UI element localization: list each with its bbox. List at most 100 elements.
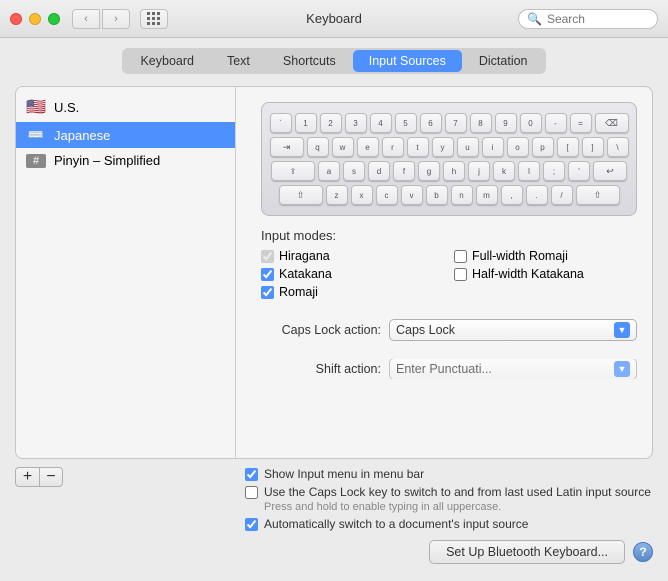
tab-keyboard[interactable]: Keyboard xyxy=(124,50,210,72)
shift-action-dropdown[interactable]: Enter Punctuati... ▼ xyxy=(389,359,637,379)
key-9[interactable]: 9 xyxy=(495,113,517,133)
key-3[interactable]: 3 xyxy=(345,113,367,133)
key-p[interactable]: p xyxy=(532,137,554,157)
key-backslash[interactable]: \ xyxy=(607,137,629,157)
add-button[interactable]: + xyxy=(15,467,39,487)
key-o[interactable]: o xyxy=(507,137,529,157)
bottom-buttons-row: Set Up Bluetooth Keyboard... ? xyxy=(15,534,653,566)
sidebar-item-us[interactable]: 🇺🇸 U.S. xyxy=(16,92,235,122)
remove-button[interactable]: − xyxy=(39,467,63,487)
maximize-button[interactable] xyxy=(48,13,60,25)
japanese-icon: ⌨️ xyxy=(26,127,46,143)
key-d[interactable]: d xyxy=(368,161,390,181)
full-width-romaji-checkbox[interactable] xyxy=(454,250,467,263)
key-quote[interactable]: ' xyxy=(568,161,590,181)
setup-bluetooth-button[interactable]: Set Up Bluetooth Keyboard... xyxy=(429,540,625,564)
window-title: Keyboard xyxy=(306,11,362,26)
key-2[interactable]: 2 xyxy=(320,113,342,133)
caps-lock-dropdown[interactable]: Caps Lock ▼ xyxy=(389,319,637,341)
search-input[interactable] xyxy=(547,12,649,26)
katakana-label: Katakana xyxy=(279,267,332,281)
katakana-checkbox[interactable] xyxy=(261,268,274,281)
tab-input-sources[interactable]: Input Sources xyxy=(353,50,462,72)
key-rbracket[interactable]: ] xyxy=(582,137,604,157)
caps-lock-switch-checkbox[interactable] xyxy=(245,486,258,499)
key-equals[interactable]: = xyxy=(570,113,592,133)
key-u[interactable]: u xyxy=(457,137,479,157)
sidebar-item-label-japanese: Japanese xyxy=(54,128,110,143)
auto-switch-option: Automatically switch to a document's inp… xyxy=(245,517,653,531)
shift-action-dropdown-text: Enter Punctuati... xyxy=(396,362,492,376)
key-0[interactable]: 0 xyxy=(520,113,542,133)
close-button[interactable] xyxy=(10,13,22,25)
key-return[interactable]: ↩ xyxy=(593,161,627,181)
forward-button[interactable]: › xyxy=(102,9,130,29)
key-l[interactable]: l xyxy=(518,161,540,181)
key-b[interactable]: b xyxy=(426,185,448,205)
key-i[interactable]: i xyxy=(482,137,504,157)
half-width-katakana-label: Half-width Katakana xyxy=(472,267,584,281)
main-content: Keyboard Text Shortcuts Input Sources Di… xyxy=(0,38,668,581)
key-row-1: ` 1 2 3 4 5 6 7 8 9 0 - = ⌫ xyxy=(270,113,629,133)
key-s[interactable]: s xyxy=(343,161,365,181)
key-backtick[interactable]: ` xyxy=(270,113,292,133)
key-v[interactable]: v xyxy=(401,185,423,205)
key-y[interactable]: y xyxy=(432,137,454,157)
mode-hiragana: Hiragana xyxy=(261,249,444,263)
key-tab[interactable]: ⇥ xyxy=(270,137,304,157)
key-r[interactable]: r xyxy=(382,137,404,157)
help-button[interactable]: ? xyxy=(633,542,653,562)
key-period[interactable]: . xyxy=(526,185,548,205)
key-n[interactable]: n xyxy=(451,185,473,205)
key-rshift[interactable]: ⇧ xyxy=(576,185,620,205)
key-8[interactable]: 8 xyxy=(470,113,492,133)
key-5[interactable]: 5 xyxy=(395,113,417,133)
key-h[interactable]: h xyxy=(443,161,465,181)
key-g[interactable]: g xyxy=(418,161,440,181)
key-capslock[interactable]: ⇪ xyxy=(271,161,315,181)
key-row-3: ⇪ a s d f g h j k l ; ' ↩ xyxy=(271,161,627,181)
key-semicolon[interactable]: ; xyxy=(543,161,565,181)
tab-dictation[interactable]: Dictation xyxy=(463,50,544,72)
romaji-checkbox[interactable] xyxy=(261,286,274,299)
show-input-menu-option: Show Input menu in menu bar xyxy=(245,467,653,481)
grid-view-button[interactable] xyxy=(140,9,168,29)
key-6[interactable]: 6 xyxy=(420,113,442,133)
key-x[interactable]: x xyxy=(351,185,373,205)
half-width-katakana-checkbox[interactable] xyxy=(454,268,467,281)
key-7[interactable]: 7 xyxy=(445,113,467,133)
hiragana-checkbox[interactable] xyxy=(261,250,274,263)
key-z[interactable]: z xyxy=(326,185,348,205)
key-4[interactable]: 4 xyxy=(370,113,392,133)
key-minus[interactable]: - xyxy=(545,113,567,133)
shift-action-row: Shift action: Enter Punctuati... ▼ xyxy=(261,359,637,379)
back-button[interactable]: ‹ xyxy=(72,9,100,29)
tab-shortcuts[interactable]: Shortcuts xyxy=(267,50,352,72)
key-t[interactable]: t xyxy=(407,137,429,157)
key-k[interactable]: k xyxy=(493,161,515,181)
checkboxes-area: Show Input menu in menu bar Use the Caps… xyxy=(245,467,653,531)
key-m[interactable]: m xyxy=(476,185,498,205)
us-flag-icon: 🇺🇸 xyxy=(26,97,46,117)
auto-switch-checkbox[interactable] xyxy=(245,518,258,531)
sidebar-item-japanese[interactable]: ⌨️ Japanese xyxy=(16,122,235,148)
key-delete[interactable]: ⌫ xyxy=(595,113,629,133)
key-w[interactable]: w xyxy=(332,137,354,157)
search-bar[interactable]: 🔍 xyxy=(518,9,658,29)
sidebar-item-pinyin[interactable]: # Pinyin – Simplified xyxy=(16,148,235,173)
grid-icon xyxy=(147,12,161,26)
key-a[interactable]: a xyxy=(318,161,340,181)
key-lshift[interactable]: ⇧ xyxy=(279,185,323,205)
key-lbracket[interactable]: [ xyxy=(557,137,579,157)
key-q[interactable]: q xyxy=(307,137,329,157)
key-f[interactable]: f xyxy=(393,161,415,181)
minimize-button[interactable] xyxy=(29,13,41,25)
key-c[interactable]: c xyxy=(376,185,398,205)
key-1[interactable]: 1 xyxy=(295,113,317,133)
key-comma[interactable]: , xyxy=(501,185,523,205)
key-e[interactable]: e xyxy=(357,137,379,157)
tab-text[interactable]: Text xyxy=(211,50,266,72)
show-input-menu-checkbox[interactable] xyxy=(245,468,258,481)
key-slash[interactable]: / xyxy=(551,185,573,205)
key-j[interactable]: j xyxy=(468,161,490,181)
